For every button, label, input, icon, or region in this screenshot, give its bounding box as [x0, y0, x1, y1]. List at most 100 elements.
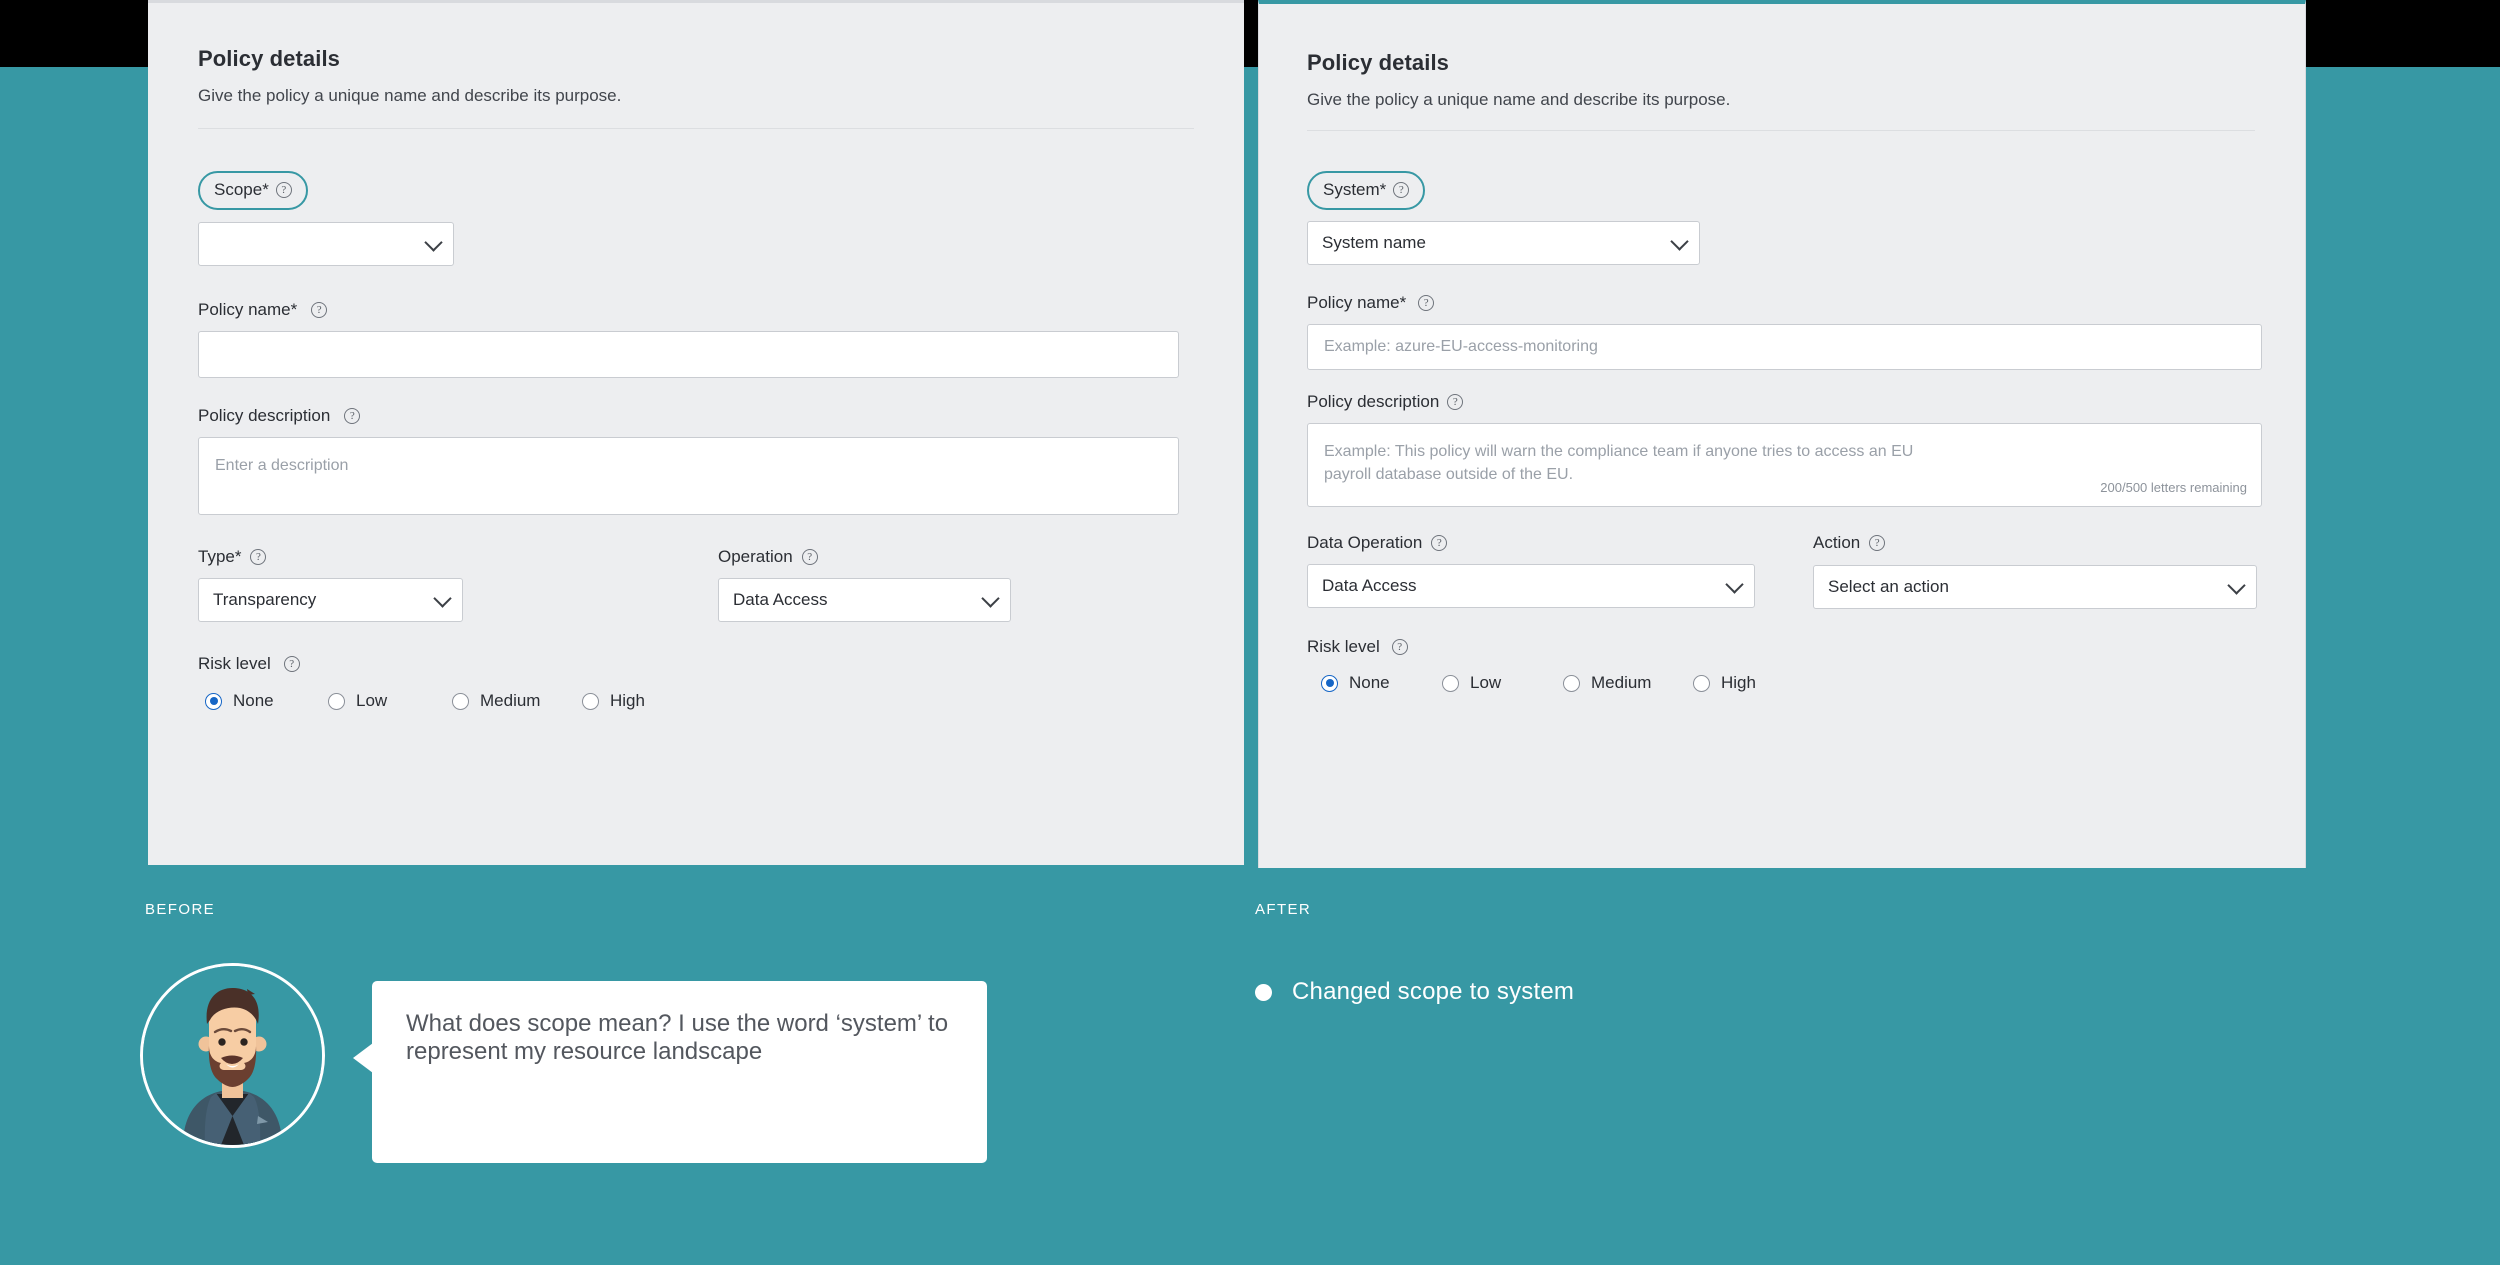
question-circle-icon[interactable]: ? [1391, 639, 1408, 655]
risk-level-option-high[interactable]: High [1693, 673, 1756, 693]
system-select[interactable]: System name [1307, 221, 1700, 265]
chevron-down-icon [433, 589, 452, 608]
bullet-dot-icon [1255, 983, 1272, 1001]
field-policy-description: Policy description ? Enter a description [198, 406, 1194, 515]
type-label: Type* ? [198, 547, 267, 567]
field-type: Type* ? Transparency [198, 547, 528, 622]
data-operation-select-value: Data Access [1322, 576, 1417, 595]
risk-level-option-low[interactable]: Low [328, 691, 452, 711]
scope-label-text: Scope* [214, 180, 269, 199]
type-label-text: Type* [198, 547, 242, 566]
question-circle-icon[interactable]: ? [1869, 535, 1886, 551]
policy-name-label: Policy name* ? [1307, 293, 1435, 313]
operation-label-text: Operation [718, 547, 793, 566]
top-black-band-middle [1244, 0, 1258, 67]
policy-description-label: Policy description ? [198, 406, 361, 426]
after-panel-header: Policy details Give the policy a unique … [1259, 4, 2305, 131]
question-circle-icon[interactable]: ? [1418, 295, 1435, 311]
field-policy-description: Policy description ? Example: This polic… [1307, 392, 2262, 507]
before-panel-body: Scope* ? Policy name* ? Policy descripti… [148, 129, 1244, 711]
system-label-text: System* [1323, 180, 1387, 199]
risk-level-option-low[interactable]: Low [1442, 673, 1563, 693]
user-avatar-bearded-man-illustration [143, 966, 322, 1145]
policy-name-placeholder: Example: azure-EU-access-monitoring [1324, 338, 1598, 355]
question-circle-icon[interactable]: ? [801, 549, 818, 565]
risk-level-option-medium[interactable]: Medium [452, 691, 582, 711]
risk-level-label-text: Risk level [198, 654, 271, 673]
policy-description-textarea[interactable]: Enter a description [198, 437, 1179, 515]
after-panel-body: System* ? System name Policy name* ? Exa… [1259, 131, 2305, 693]
risk-level-option-medium[interactable]: Medium [1563, 673, 1693, 693]
system-label-highlighted: System* ? [1307, 171, 1426, 210]
type-select[interactable]: Transparency [198, 578, 463, 622]
policy-description-textarea[interactable]: Example: This policy will warn the compl… [1307, 423, 2262, 507]
chevron-down-icon [2227, 576, 2246, 595]
data-operation-action-row: Data Operation ? Data Access Action ? Se… [1307, 533, 2257, 609]
radio-dot-selected-icon [205, 692, 222, 710]
operation-label: Operation ? [718, 547, 818, 567]
operation-select-value: Data Access [733, 590, 828, 609]
field-risk-level: Risk level ? None Low Medium High [1307, 637, 2257, 693]
policy-name-input[interactable] [198, 331, 1179, 378]
question-circle-icon[interactable]: ? [283, 656, 300, 672]
page-subtitle: Give the policy a unique name and descri… [1307, 90, 1731, 109]
after-stage-label: AFTER [1255, 901, 1312, 918]
top-black-band-left [0, 0, 148, 67]
chevron-down-icon [1725, 575, 1744, 594]
chevron-down-icon [981, 589, 1000, 608]
page-title: Policy details [198, 46, 341, 71]
data-operation-select[interactable]: Data Access [1307, 564, 1755, 608]
action-select[interactable]: Select an action [1813, 565, 2257, 609]
radio-dot-selected-icon [1321, 674, 1338, 692]
question-circle-icon[interactable]: ? [275, 182, 292, 198]
avatar [140, 963, 325, 1148]
question-circle-icon[interactable]: ? [1447, 394, 1464, 410]
page-subtitle: Give the policy a unique name and descri… [198, 86, 622, 105]
chevron-down-icon [424, 233, 443, 252]
field-risk-level: Risk level ? None Low Medium High [198, 654, 1194, 711]
page-title: Policy details [1307, 50, 1450, 75]
field-scope: Scope* ? [198, 171, 1194, 266]
radio-dot-icon [328, 692, 345, 710]
speech-bubble-text: What does scope mean? I use the word ‘sy… [406, 1010, 949, 1066]
risk-level-radio-group: None Low Medium High [1307, 673, 2257, 693]
scope-label-highlighted: Scope* ? [198, 171, 308, 210]
radio-dot-icon [582, 692, 599, 710]
operation-select[interactable]: Data Access [718, 578, 1011, 622]
policy-name-label: Policy name* ? [198, 300, 328, 320]
policy-description-label-text: Policy description [198, 406, 331, 425]
field-system: System* ? System name [1307, 171, 2257, 265]
risk-level-option-none[interactable]: None [205, 691, 328, 711]
action-select-value: Select an action [1828, 577, 1949, 596]
risk-level-label: Risk level ? [1307, 637, 1408, 657]
policy-description-placeholder: Enter a description [215, 457, 349, 474]
speech-bubble: What does scope mean? I use the word ‘sy… [353, 981, 987, 1163]
after-policy-details-panel: Policy details Give the policy a unique … [1258, 0, 2306, 868]
system-select-value: System name [1322, 233, 1426, 252]
changes-list: Changed scope to system [1255, 978, 1574, 1006]
type-select-value: Transparency [213, 590, 317, 609]
policy-name-input[interactable]: Example: azure-EU-access-monitoring [1307, 324, 2262, 370]
policy-description-label-text: Policy description [1307, 392, 1440, 411]
action-label: Action ? [1813, 533, 1886, 553]
question-circle-icon[interactable]: ? [1431, 535, 1448, 551]
question-circle-icon[interactable]: ? [1393, 182, 1410, 198]
field-policy-name: Policy name* ? Example: azure-EU-access-… [1307, 293, 2262, 370]
field-policy-name: Policy name* ? [198, 300, 1194, 378]
question-circle-icon[interactable]: ? [250, 549, 267, 565]
radio-dot-icon [452, 692, 469, 710]
question-circle-icon[interactable]: ? [344, 408, 361, 424]
question-circle-icon[interactable]: ? [311, 302, 328, 318]
risk-level-label: Risk level ? [198, 654, 300, 674]
field-operation: Operation ? Data Access [718, 547, 1048, 622]
policy-description-label: Policy description ? [1307, 392, 1464, 412]
top-black-band-right [2306, 0, 2500, 67]
field-data-operation: Data Operation ? Data Access [1307, 533, 1813, 609]
risk-level-option-none[interactable]: None [1321, 673, 1442, 693]
data-operation-label-text: Data Operation [1307, 533, 1423, 552]
risk-level-label-text: Risk level [1307, 637, 1380, 656]
before-panel-header: Policy details Give the policy a unique … [148, 0, 1244, 129]
scope-select[interactable] [198, 222, 454, 266]
risk-level-option-high[interactable]: High [582, 691, 645, 711]
data-operation-label: Data Operation ? [1307, 533, 1448, 553]
